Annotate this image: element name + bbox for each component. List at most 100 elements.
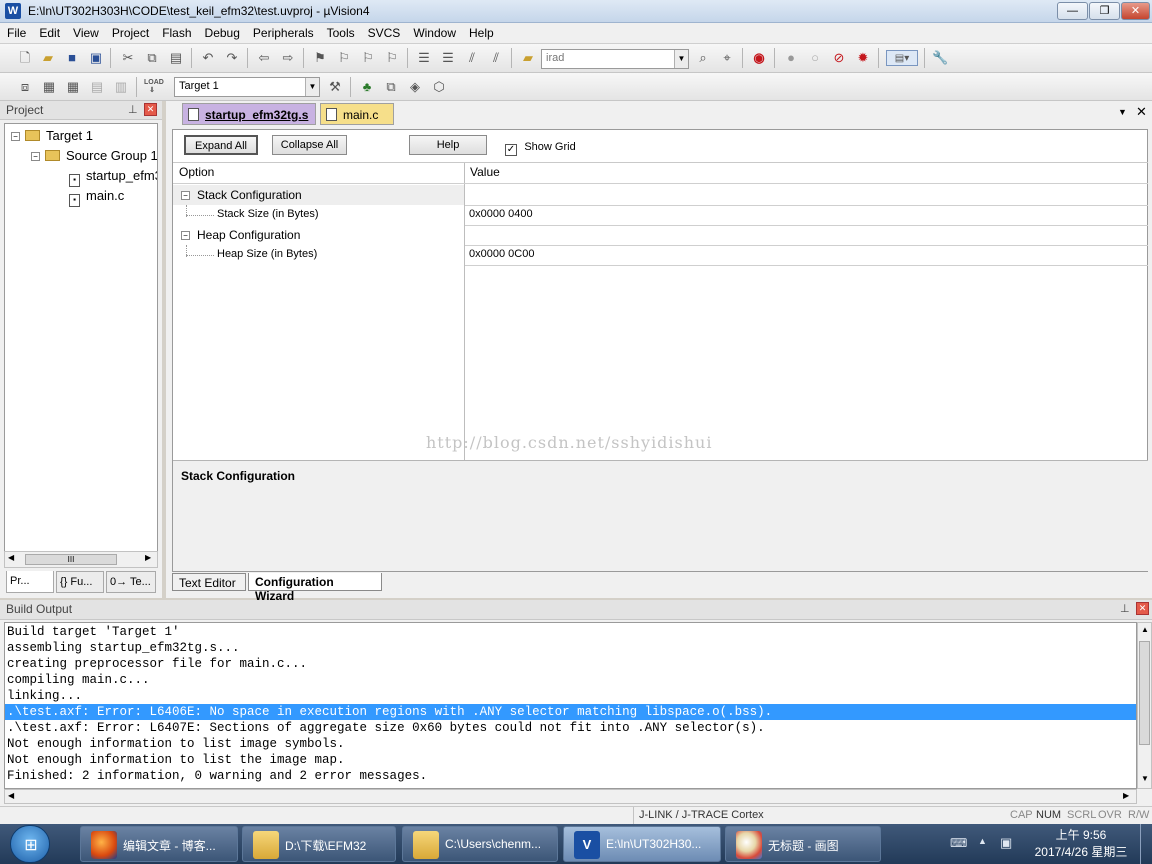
target-select[interactable]: Target 1 ▼ — [174, 77, 320, 97]
translate-icon[interactable]: ⧈ — [17, 79, 33, 95]
pack-installer-icon[interactable]: ◈ — [407, 79, 423, 95]
system-clock[interactable]: 上午 9:56 2017/4/26 星期三 — [1024, 827, 1138, 861]
save-all-icon[interactable]: ▣ — [88, 50, 104, 66]
help-button[interactable]: Help — [409, 135, 487, 155]
previous-bookmark-icon[interactable]: ⚐ — [336, 50, 352, 66]
batch-build-icon[interactable]: ▤ — [89, 79, 105, 95]
scroll-right-icon[interactable]: ▶ — [1123, 791, 1129, 800]
scroll-thumb[interactable]: III — [25, 554, 117, 565]
scroll-left-icon[interactable]: ◀ — [8, 553, 14, 562]
copy-icon[interactable]: ⧉ — [144, 50, 160, 66]
tab-templates[interactable]: 0→ Te... — [106, 571, 156, 593]
show-desktop-button[interactable] — [1140, 824, 1152, 864]
scroll-right-icon[interactable]: ▶ — [145, 553, 151, 562]
tab-configuration-wizard[interactable]: Configuration Wizard — [248, 573, 382, 603]
tree-item-startup-file[interactable]: ▪startup_efm32tg.s — [69, 168, 157, 187]
enable-breakpoint-icon[interactable]: ○ — [807, 50, 823, 66]
find-in-files-icon[interactable]: ▰ — [520, 50, 536, 66]
show-grid-checkbox[interactable]: ✓ Show Grid — [505, 139, 576, 156]
value-heap-size[interactable]: 0x0000 0C00 — [469, 245, 534, 265]
disable-all-breakpoints-icon[interactable]: ⊘ — [831, 50, 847, 66]
manage-components-icon[interactable]: ♣ — [359, 79, 375, 95]
load-download-icon[interactable]: LOAD ⇓ — [144, 79, 164, 95]
save-icon[interactable]: ■ — [64, 50, 80, 66]
tab-functions[interactable]: {} Fu... — [56, 571, 104, 593]
insert-bookmark-icon[interactable]: ⚑ — [312, 50, 328, 66]
uncomment-icon[interactable]: ⫽ — [488, 50, 504, 66]
tree-item-main-file[interactable]: ▪ main.c — [69, 188, 124, 207]
unindent-icon[interactable]: ☰ — [440, 50, 456, 66]
target-options-icon[interactable]: ⚒ — [327, 79, 343, 95]
project-horizontal-scrollbar[interactable]: ◀ III ▶ — [4, 551, 158, 568]
build-output-horizontal-scrollbar[interactable]: ◀ ▶ — [4, 789, 1137, 804]
chevron-down-icon[interactable]: ▼ — [305, 78, 319, 96]
tab-main-file[interactable]: main.c — [320, 103, 394, 125]
collapse-icon[interactable]: − — [11, 132, 20, 141]
collapse-icon[interactable]: − — [31, 152, 40, 161]
close-editor-icon[interactable]: ✕ — [1136, 104, 1147, 120]
taskbar-button-firefox[interactable]: 编辑文章 - 博客... — [80, 826, 238, 862]
new-file-icon[interactable]: 🗋 — [17, 50, 33, 66]
collapse-all-button[interactable]: Collapse All — [272, 135, 347, 155]
configure-tools-icon[interactable]: 🔧 — [932, 50, 948, 66]
navigate-forward-icon[interactable]: ⇨ — [280, 50, 296, 66]
find-combo[interactable]: irad ▼ — [541, 49, 689, 69]
taskbar-button-folder-download[interactable]: D:\下载\EFM32 — [242, 826, 396, 862]
kill-all-breakpoints-icon[interactable]: ✹ — [855, 50, 871, 66]
minimize-button[interactable]: — — [1057, 2, 1088, 20]
menu-help[interactable]: Help — [462, 23, 500, 40]
menu-view[interactable]: View — [66, 23, 105, 40]
show-hidden-icons-icon[interactable]: ▲ — [978, 836, 987, 846]
chevron-down-icon[interactable]: ▼ — [674, 50, 688, 68]
scroll-left-icon[interactable]: ◀ — [8, 791, 14, 800]
maximize-button[interactable]: ❐ — [1089, 2, 1120, 20]
menu-flash[interactable]: Flash — [155, 23, 197, 40]
start-button[interactable]: ⊞ — [10, 825, 50, 863]
menu-project[interactable]: Project — [105, 23, 155, 40]
tab-text-editor[interactable]: Text Editor — [172, 573, 246, 591]
menu-tools[interactable]: Tools — [320, 23, 361, 40]
menu-peripherals[interactable]: Peripherals — [246, 23, 320, 40]
redo-icon[interactable]: ↷ — [224, 50, 240, 66]
cut-icon[interactable]: ✂ — [120, 50, 136, 66]
tree-item-source-group[interactable]: − Source Group 1 — [31, 148, 157, 166]
build-output-text[interactable]: Build target 'Target 1' assembling start… — [4, 622, 1137, 789]
checkbox-check-icon[interactable]: ✓ — [505, 144, 517, 156]
expand-all-button[interactable]: Expand All — [184, 135, 258, 155]
close-panel-icon[interactable]: ✕ — [144, 103, 157, 116]
option-heap-configuration[interactable]: Heap Configuration — [197, 225, 300, 245]
menu-svcs[interactable]: SVCS — [361, 23, 407, 40]
breakpoint-icon[interactable]: ● — [783, 50, 799, 66]
next-bookmark-icon[interactable]: ⚐ — [360, 50, 376, 66]
taskbar-button-paint[interactable]: 无标题 - 画图 — [725, 826, 881, 862]
tab-startup-file[interactable]: startup_efm32tg.s — [182, 103, 316, 125]
build-output-vertical-scrollbar[interactable]: ▲ ▼ — [1137, 622, 1152, 789]
taskbar-button-folder-users[interactable]: C:\Users\chenm... — [402, 826, 558, 862]
collapse-icon[interactable]: − — [181, 231, 190, 240]
scroll-thumb[interactable] — [1139, 641, 1150, 745]
menu-file[interactable]: File — [0, 23, 32, 40]
collapse-icon[interactable]: − — [181, 191, 190, 200]
scroll-down-icon[interactable]: ▼ — [1141, 774, 1149, 783]
scroll-up-icon[interactable]: ▲ — [1141, 625, 1149, 634]
stop-build-icon[interactable]: ▥ — [113, 79, 129, 95]
value-stack-size[interactable]: 0x0000 0400 — [469, 205, 533, 225]
close-panel-icon[interactable]: ✕ — [1136, 602, 1149, 615]
navigate-back-icon[interactable]: ⇦ — [256, 50, 272, 66]
close-window-button[interactable]: ✕ — [1121, 2, 1150, 20]
find-icon[interactable]: ⌕ — [695, 50, 711, 66]
pin-icon[interactable]: ⊥ — [1120, 602, 1130, 615]
build-line-selected[interactable]: .\test.axf: Error: L6406E: No space in e… — [5, 704, 1136, 720]
window-layout-icon[interactable]: ▤▾ — [886, 50, 918, 66]
keyboard-icon[interactable]: ⌨ — [950, 836, 967, 850]
start-debug-icon[interactable]: ◉ — [751, 50, 767, 66]
menu-edit[interactable]: Edit — [32, 23, 66, 40]
build-icon[interactable]: ▦ — [41, 79, 57, 95]
incremental-find-icon[interactable]: ⌖ — [719, 50, 735, 66]
indent-icon[interactable]: ☰ — [416, 50, 432, 66]
rebuild-icon[interactable]: ▦ — [65, 79, 81, 95]
network-icon[interactable]: ▣ — [1000, 835, 1012, 851]
clear-bookmarks-icon[interactable]: ⚐ — [384, 50, 400, 66]
rte-icon[interactable]: ⬡ — [431, 79, 447, 95]
open-file-icon[interactable]: ▰ — [40, 50, 56, 66]
